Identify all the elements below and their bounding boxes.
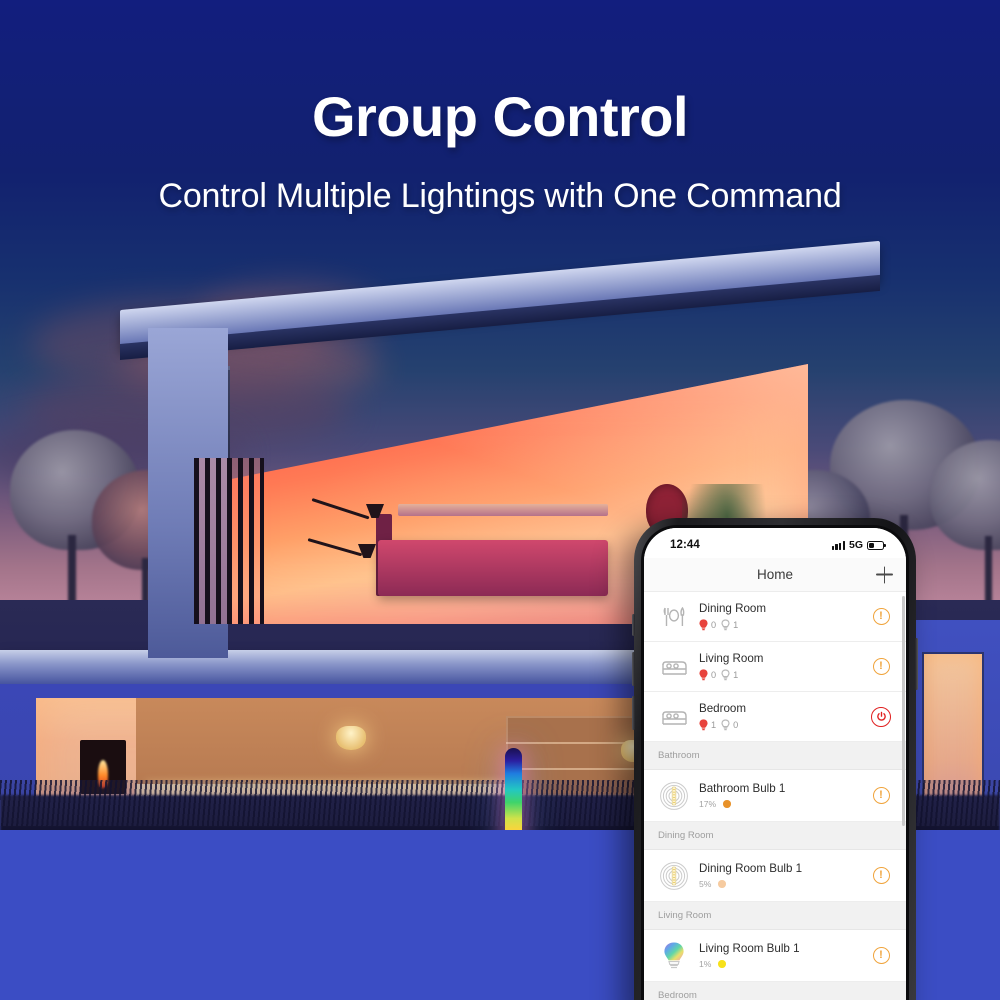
exclamation-circle-icon[interactable]: ! xyxy=(872,947,890,964)
device-name: Bathroom Bulb 1 xyxy=(699,782,786,795)
section-header-bathroom: Bathroom xyxy=(644,742,906,770)
phone-volume-down-button[interactable] xyxy=(632,696,635,730)
home-list: Dining Room 0 1 ! Living Room 0 1 ! Bedr… xyxy=(644,592,906,1000)
lights-off-count: 0 xyxy=(721,719,738,731)
section-header-dining-room: Dining Room xyxy=(644,822,906,850)
lights-on-count: 0 xyxy=(699,669,716,681)
cellular-bars-icon xyxy=(831,540,845,550)
lights-off-count: 1 xyxy=(721,669,738,681)
bulb-on-icon xyxy=(699,619,708,631)
battery-icon xyxy=(867,540,886,550)
light-color-swatch xyxy=(723,800,731,808)
phone-screen: 12:44 5G Home Dining Room 0 1 ! Living R… xyxy=(644,528,906,1000)
bulb-off-icon xyxy=(721,719,730,731)
section-header-bedroom: Bedroom xyxy=(644,982,906,1000)
room-row-dining-room[interactable]: Dining Room 0 1 ! xyxy=(644,592,906,642)
device-row-dining-room-bulb-1[interactable]: Dining Room Bulb 1 5% ! xyxy=(644,850,906,902)
count-value: 0 xyxy=(733,720,739,731)
power-icon[interactable] xyxy=(871,706,891,727)
device-row-bathroom-bulb-1[interactable]: Bathroom Bulb 1 17% ! xyxy=(644,770,906,822)
lights-on-count: 0 xyxy=(699,619,716,631)
phone-silent-switch[interactable] xyxy=(632,614,635,636)
light-panel-icon xyxy=(658,860,690,892)
room-name: Dining Room xyxy=(699,601,767,615)
status-bar: 12:44 5G xyxy=(644,528,906,558)
light-color-swatch xyxy=(718,880,726,888)
bulb-off-icon xyxy=(721,669,730,681)
phone-power-button[interactable] xyxy=(915,638,918,690)
lights-off-count: 1 xyxy=(721,619,738,631)
section-title: Bedroom xyxy=(658,990,697,1000)
dining-utensils-icon xyxy=(658,601,690,633)
phone-bezel: 12:44 5G Home Dining Room 0 1 ! Living R… xyxy=(641,525,909,1000)
page-subtitle: Control Multiple Lightings with One Comm… xyxy=(158,177,842,215)
phone-volume-up-button[interactable] xyxy=(632,652,635,686)
lights-on-count: 1 xyxy=(699,719,716,731)
exclamation-circle-icon[interactable]: ! xyxy=(872,867,890,884)
device-row-living-room-bulb-1[interactable]: Living Room Bulb 1 1% ! xyxy=(644,930,906,982)
bed xyxy=(378,540,608,596)
scrollbar[interactable] xyxy=(902,596,905,826)
bulb-off-icon xyxy=(721,619,730,631)
bed-icon xyxy=(658,651,690,683)
brightness-value: 17% xyxy=(699,799,717,809)
app-navbar: Home xyxy=(644,558,906,592)
page-title: Group Control xyxy=(311,85,689,148)
count-value: 0 xyxy=(711,620,717,631)
sliding-door xyxy=(194,458,264,624)
exclamation-circle-icon[interactable]: ! xyxy=(872,787,890,804)
bed-icon xyxy=(658,701,690,733)
section-title: Dining Room xyxy=(658,830,714,841)
phone-mockup: 12:44 5G Home Dining Room 0 1 ! Living R… xyxy=(632,518,918,1000)
count-value: 1 xyxy=(733,620,739,631)
light-panel-icon xyxy=(658,780,690,812)
room-row-bedroom[interactable]: Bedroom 1 0 xyxy=(644,692,906,742)
brightness-value: 5% xyxy=(699,879,712,889)
exclamation-circle-icon[interactable]: ! xyxy=(872,608,890,625)
brightness-value: 1% xyxy=(699,959,712,969)
plus-icon[interactable] xyxy=(876,566,893,583)
device-name: Dining Room Bulb 1 xyxy=(699,862,803,875)
color-bulb-icon xyxy=(658,940,690,972)
device-name: Living Room Bulb 1 xyxy=(699,942,800,955)
network-type-label: 5G xyxy=(848,539,863,551)
section-title: Living Room xyxy=(658,910,712,921)
hero-section: Group Control Control Multiple Lightings… xyxy=(0,0,1000,250)
room-name: Living Room xyxy=(699,651,764,665)
bulb-on-icon xyxy=(699,719,708,731)
page-title-home: Home xyxy=(756,567,793,582)
phone-frame: 12:44 5G Home Dining Room 0 1 ! Living R… xyxy=(632,518,918,1000)
count-value: 0 xyxy=(711,670,717,681)
room-name: Bedroom xyxy=(699,701,747,715)
room-row-living-room[interactable]: Living Room 0 1 ! xyxy=(644,642,906,692)
bulb-on-icon xyxy=(699,669,708,681)
exclamation-circle-icon[interactable]: ! xyxy=(872,658,890,675)
status-time: 12:44 xyxy=(670,539,700,551)
pendant-lamp xyxy=(336,726,366,750)
count-value: 1 xyxy=(733,670,739,681)
light-color-swatch xyxy=(718,960,726,968)
section-header-living-room: Living Room xyxy=(644,902,906,930)
count-value: 1 xyxy=(711,720,717,731)
section-title: Bathroom xyxy=(658,750,700,761)
